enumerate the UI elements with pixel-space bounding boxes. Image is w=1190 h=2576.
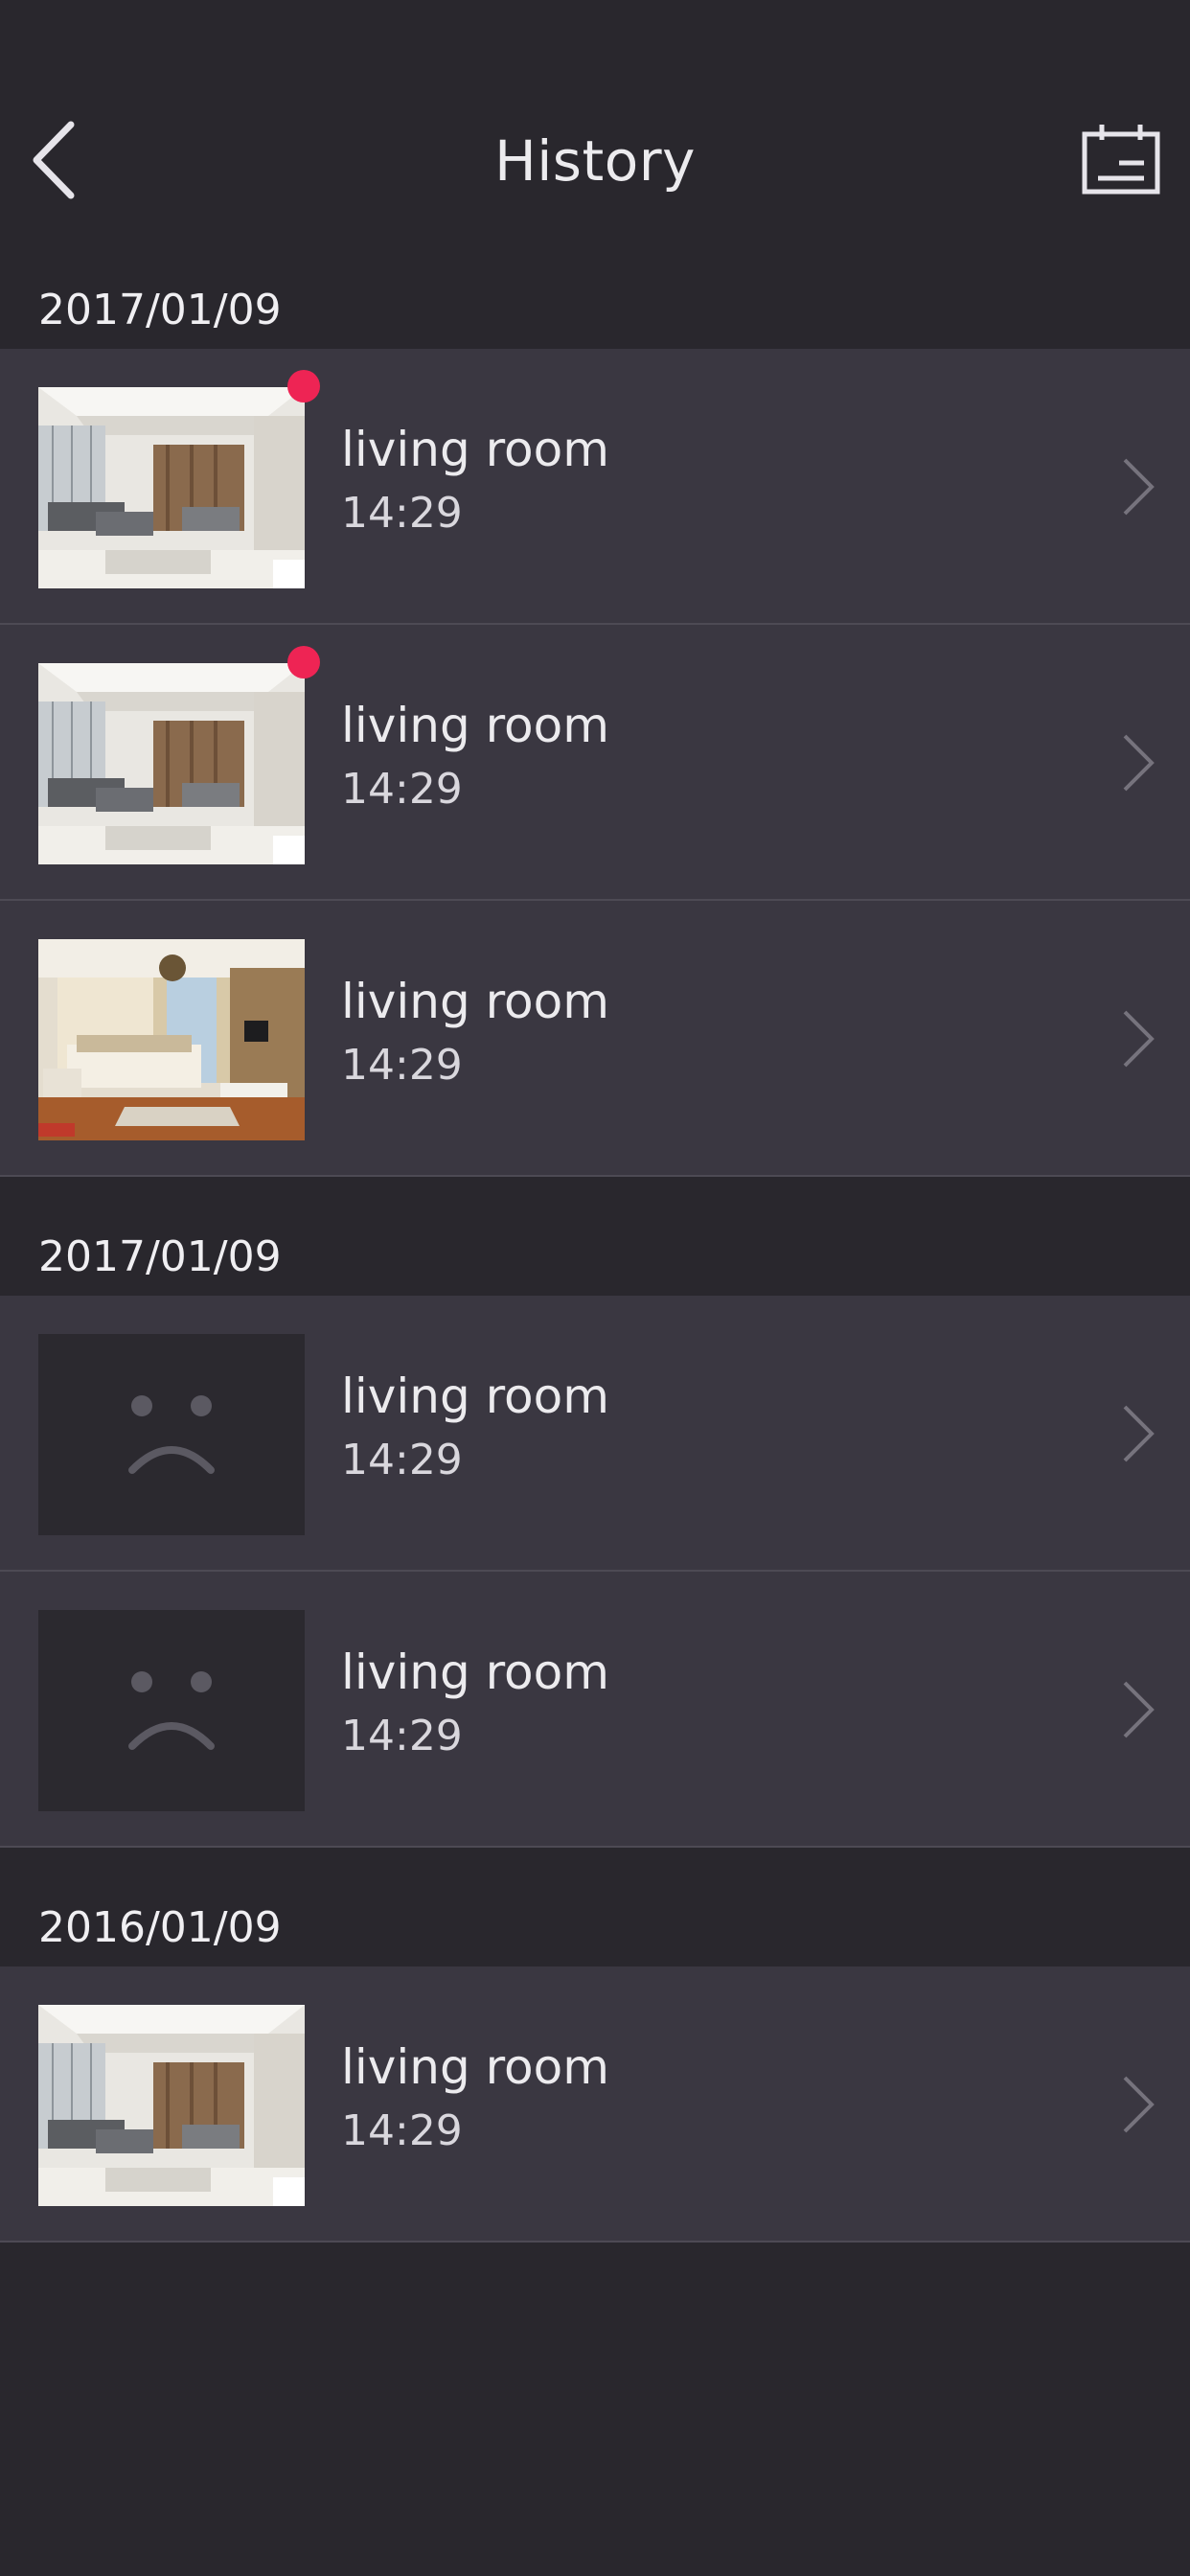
chevron-right-icon xyxy=(1123,734,1155,792)
chevron-right-icon xyxy=(1123,2076,1155,2133)
row-title: living room xyxy=(341,2039,609,2095)
section-date-header: 2016/01/09 xyxy=(0,1848,1190,1966)
row-time: 14:29 xyxy=(341,1041,463,1090)
thumbnail-living-room xyxy=(38,663,305,864)
unread-indicator xyxy=(287,370,320,402)
thumbnail-living-room xyxy=(38,387,305,588)
thumbnail-placeholder xyxy=(38,1610,305,1811)
row-time: 14:29 xyxy=(341,1712,463,1760)
history-row[interactable]: living room 14:29 xyxy=(0,1966,1190,2242)
section-date: 2017/01/09 xyxy=(38,1232,282,1281)
row-title: living room xyxy=(341,422,609,477)
chevron-right-icon xyxy=(1123,1681,1155,1738)
section-date: 2017/01/09 xyxy=(38,286,282,334)
chevron-right-icon xyxy=(1123,1010,1155,1068)
thumbnail-placeholder xyxy=(38,1334,305,1535)
unread-indicator xyxy=(287,646,320,678)
row-time: 14:29 xyxy=(341,2106,463,2155)
calendar-icon xyxy=(1082,125,1160,195)
thumbnail-living-room xyxy=(38,2005,305,2206)
calendar-button[interactable] xyxy=(1081,123,1161,196)
section-date: 2016/01/09 xyxy=(38,1903,282,1952)
page-title: History xyxy=(494,128,696,194)
thumbnail-bedroom xyxy=(38,939,305,1140)
history-row[interactable]: living room 14:29 xyxy=(0,625,1190,901)
row-time: 14:29 xyxy=(341,1436,463,1484)
nav-bar: History xyxy=(0,0,1190,230)
history-row[interactable]: living room 14:29 xyxy=(0,349,1190,625)
row-title: living room xyxy=(341,1368,609,1424)
row-title: living room xyxy=(341,974,609,1029)
chevron-right-icon xyxy=(1123,1405,1155,1462)
history-row[interactable]: living room 14:29 xyxy=(0,901,1190,1177)
row-time: 14:29 xyxy=(341,489,463,538)
sad-face-icon xyxy=(128,1671,215,1750)
section-date-header: 2017/01/09 xyxy=(0,1177,1190,1296)
row-title: living room xyxy=(341,1644,609,1700)
history-row[interactable]: living room 14:29 xyxy=(0,1572,1190,1848)
row-time: 14:29 xyxy=(341,765,463,814)
chevron-right-icon xyxy=(1123,458,1155,516)
sad-face-icon xyxy=(128,1395,215,1474)
history-row[interactable]: living room 14:29 xyxy=(0,1296,1190,1572)
section-date-header: 2017/01/09 xyxy=(0,230,1190,349)
row-title: living room xyxy=(341,698,609,753)
